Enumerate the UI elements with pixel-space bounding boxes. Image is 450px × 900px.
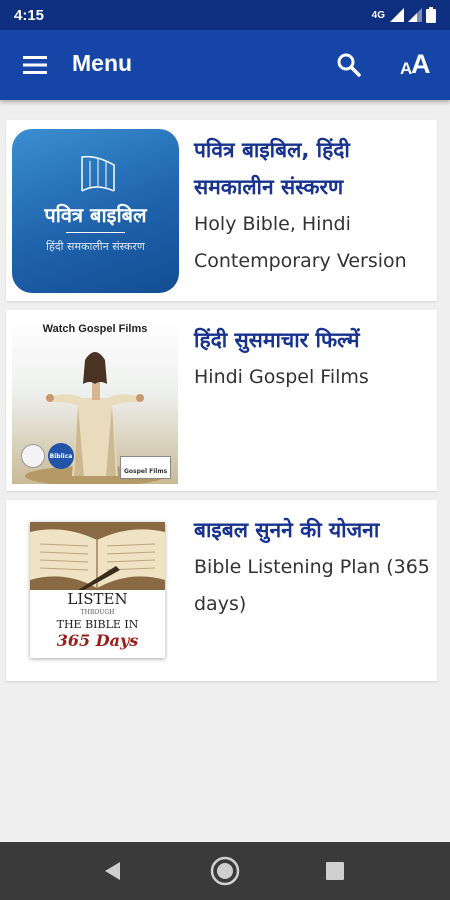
list-item-holy-bible[interactable]: पवित्र बाइबिल हिंदी समकालीन संस्करण पवित… (6, 120, 437, 301)
search-icon[interactable] (334, 50, 364, 80)
list-item-listening-plan[interactable]: LISTEN THROUGH THE BIBLE IN 365 Days बाइ… (6, 500, 437, 681)
list-item-subtitle: Holy Bible, Hindi Contemporary Version (194, 213, 407, 272)
biblica-badge: Biblica (48, 443, 74, 469)
open-bible-image (30, 522, 165, 590)
thumbnail-divider (66, 232, 125, 233)
list-item-text: पवित्र बाइबिल, हिंदी समकालीन संस्करण Hol… (194, 132, 431, 280)
list-item-subtitle: Bible Listening Plan (365 days) (194, 556, 430, 615)
font-size-large-a: A (411, 49, 431, 79)
back-triangle-icon[interactable] (100, 856, 126, 886)
status-time: 4:15 (14, 6, 45, 24)
status-icons: 4G (372, 7, 436, 23)
partner-logo: Gospel Films (120, 456, 172, 479)
holy-bible-thumbnail: पवित्र बाइबिल हिंदी समकालीन संस्करण (12, 129, 179, 293)
recents-square-icon[interactable] (322, 858, 348, 884)
font-size-icon[interactable]: A A (396, 46, 436, 82)
navigation-bar (0, 842, 450, 900)
network-type: 4G (371, 9, 385, 21)
list-item-text: हिंदी सुसमाचार फिल्में Hindi Gospel Film… (194, 322, 431, 396)
list-item-subtitle: Hindi Gospel Films (194, 366, 369, 388)
gospel-films-thumbnail: Watch Gospel Films Biblica Gospel Films (12, 318, 178, 484)
home-circle-icon[interactable] (208, 854, 242, 888)
thumbnail-title: Watch Gospel Films (42, 323, 148, 335)
app-bar: Menu A A (0, 30, 450, 100)
list-item-title: बाइबल सुनने की योजना (194, 518, 380, 542)
bible-book-icon (81, 155, 115, 192)
status-bar: 4:15 4G (0, 0, 450, 30)
signal-2-icon (408, 8, 422, 22)
battery-icon (426, 7, 436, 23)
list-item-title: हिंदी सुसमाचार फिल्में (194, 328, 360, 352)
signal-icon (390, 8, 404, 22)
list-item-gospel-films[interactable]: Watch Gospel Films Biblica Gospel Films … (6, 310, 437, 491)
thumbnail-line-3: THE BIBLE IN (56, 618, 139, 631)
thumbnail-line-2: THROUGH (80, 609, 115, 616)
list-item-title: पवित्र बाइबिल, हिंदी समकालीन संस्करण (194, 138, 350, 199)
thumbnail-line-1: LISTEN (67, 590, 128, 608)
page-title: Menu (72, 50, 133, 76)
hamburger-icon[interactable] (18, 51, 52, 79)
listening-plan-thumbnail: LISTEN THROUGH THE BIBLE IN 365 Days (30, 522, 165, 658)
thumbnail-line-4: 365 Days (56, 631, 139, 650)
thumbnail-title: पवित्र बाइबिल (44, 203, 147, 227)
logo-circle (21, 444, 45, 468)
list-item-text: बाइबल सुनने की योजना Bible Listening Pla… (194, 512, 431, 623)
thumbnail-subtitle: हिंदी समकालीन संस्करण (46, 240, 145, 253)
